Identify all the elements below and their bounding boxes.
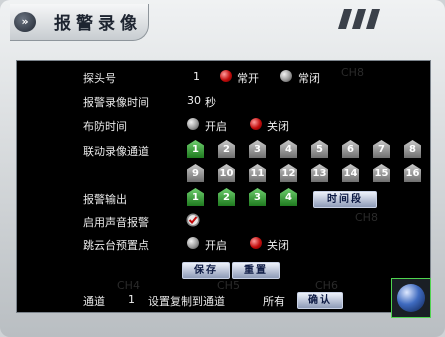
linked-grid-channel-6[interactable]: 6	[342, 140, 359, 158]
copy-to-value[interactable]: 所有	[263, 293, 285, 309]
output-grid-channel-3[interactable]: 3	[249, 188, 266, 206]
option-arm-on: 开启	[205, 120, 227, 133]
save-button[interactable]: 保存	[182, 262, 230, 279]
watermark: CH8	[341, 66, 364, 79]
linked-channels-label: 联动录像通道	[83, 145, 149, 158]
sound-alarm-checkbox[interactable]	[186, 213, 200, 227]
watermark: CH5	[217, 279, 240, 292]
linked-grid-channel-13[interactable]: 13	[311, 164, 328, 182]
ptz-preset-label: 跳云台预置点	[83, 239, 149, 252]
linked-grid-channel-12[interactable]: 12	[280, 164, 297, 182]
settings-panel: CH8 CH8 CH4 CH5 CH6 探头号 1 常开 常闭 报警录像时间 3…	[16, 60, 431, 313]
decor-stripes-icon	[338, 9, 380, 29]
linked-grid-channel-15[interactable]: 15	[373, 164, 390, 182]
output-grid-channel-1[interactable]: 1	[187, 188, 204, 206]
arm-time-label: 布防时间	[83, 120, 127, 133]
output-grid-channel-2[interactable]: 2	[218, 188, 235, 206]
option-normally-open: 常开	[237, 72, 259, 85]
radio-arm-on[interactable]	[187, 118, 199, 130]
linked-grid-channel-3[interactable]: 3	[249, 140, 266, 158]
linked-grid-channel-10[interactable]: 10	[218, 164, 235, 182]
watermark: CH4	[117, 279, 140, 292]
sound-alarm-label: 启用声音报警	[83, 216, 149, 229]
watermark: CH8	[355, 211, 378, 224]
linked-grid-channel-4[interactable]: 4	[280, 140, 297, 158]
alarm-output-label: 报警输出	[83, 193, 127, 206]
radio-ptz-on[interactable]	[187, 237, 199, 249]
record-time-label: 报警录像时间	[83, 96, 149, 109]
linked-grid-channel-14[interactable]: 14	[342, 164, 359, 182]
expand-button[interactable]: »	[14, 12, 36, 32]
reset-button[interactable]: 重置	[232, 262, 280, 279]
radio-normally-closed[interactable]	[280, 70, 292, 82]
probe-number[interactable]: 1	[193, 70, 200, 83]
linked-grid-channel-9[interactable]: 9	[187, 164, 204, 182]
radio-arm-off[interactable]	[250, 118, 262, 130]
time-period-button[interactable]: 时间段	[313, 191, 377, 208]
linked-grid-channel-2[interactable]: 2	[218, 140, 235, 158]
probe-label: 探头号	[83, 72, 116, 85]
radio-ptz-off[interactable]	[250, 237, 262, 249]
linked-grid-channel-7[interactable]: 7	[373, 140, 390, 158]
record-time-unit: 秒	[205, 96, 216, 109]
linked-grid-channel-8[interactable]: 8	[404, 140, 421, 158]
window-title: 报警录像	[54, 14, 142, 34]
confirm-button[interactable]: 确认	[297, 292, 343, 309]
linked-grid-channel-1[interactable]: 1	[187, 140, 204, 158]
record-time-value[interactable]: 30	[187, 94, 201, 107]
linked-grid-channel-5[interactable]: 5	[311, 140, 328, 158]
radio-normally-open[interactable]	[220, 70, 232, 82]
alarm-record-window: » 报警录像 CH8 CH8 CH4 CH5 CH6 探头号 1 常开 常闭 报…	[0, 0, 445, 337]
option-ptz-on: 开启	[205, 239, 227, 252]
watermark: CH6	[315, 279, 338, 292]
channel-label: 通道	[83, 295, 105, 308]
channel-value[interactable]: 1	[128, 293, 135, 306]
globe-icon[interactable]	[391, 278, 431, 318]
option-ptz-off: 关闭	[267, 239, 289, 252]
option-arm-off: 关闭	[267, 120, 289, 133]
copy-to-label: 设置复制到通道	[148, 295, 225, 308]
output-grid-channel-4[interactable]: 4	[280, 188, 297, 206]
linked-grid-channel-11[interactable]: 11	[249, 164, 266, 182]
option-normally-closed: 常闭	[298, 72, 320, 85]
linked-grid-channel-16[interactable]: 16	[404, 164, 421, 182]
